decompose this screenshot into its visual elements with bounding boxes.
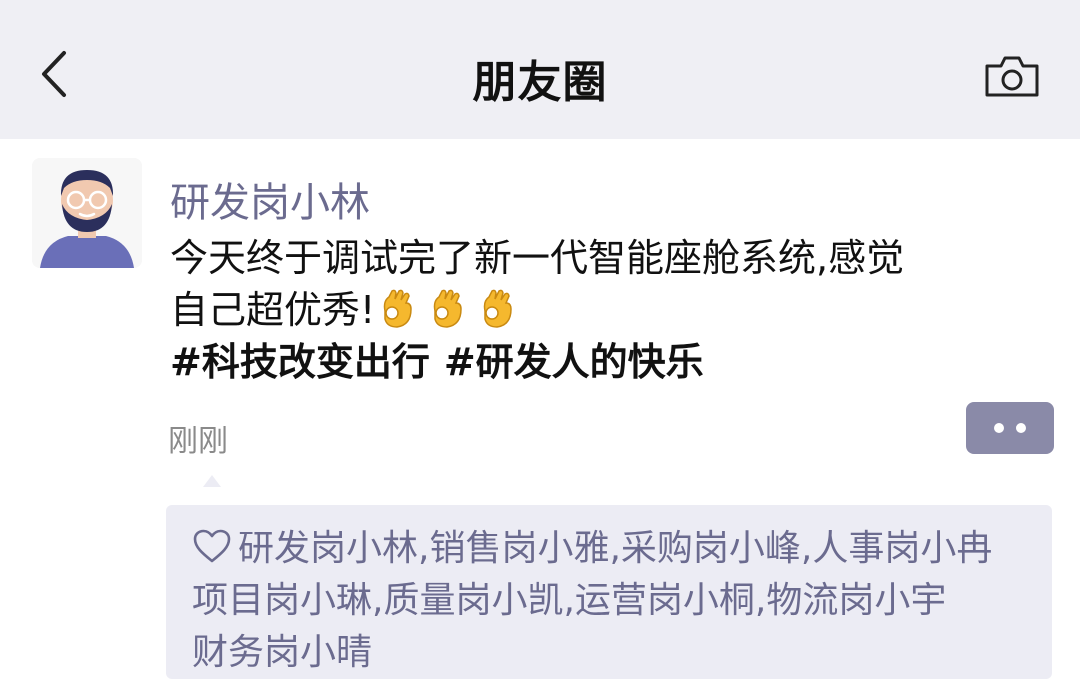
- avatar[interactable]: [32, 158, 142, 268]
- likes-names-3[interactable]: 财务岗小晴: [192, 627, 1032, 679]
- hashtag-1[interactable]: #科技改变出行: [170, 340, 430, 384]
- post-content: 今天终于调试完了新一代智能座舱系统,感觉 自己超优秀! #科技改变出行 #研发人的…: [170, 232, 1040, 388]
- likes-names-2[interactable]: 项目岗小琳,质量岗小凯,运营岗小桐,物流岗小宇: [192, 575, 1032, 627]
- post-text-line-1: 今天终于调试完了新一代智能座舱系统,感觉: [170, 236, 905, 280]
- more-dots-icon: [994, 423, 1004, 433]
- ok-hand-emoji: [433, 289, 462, 328]
- avatar-illustration: [32, 158, 142, 268]
- camera-icon: [985, 56, 1039, 97]
- more-dots-icon: [1016, 423, 1026, 433]
- page-title: 朋友圈: [472, 57, 608, 108]
- likes-line-1: 研发岗小林,销售岗小雅,采购岗小峰,人事岗小冉: [192, 523, 1032, 575]
- likes-names-1[interactable]: 研发岗小林,销售岗小雅,采购岗小峰,人事岗小冉: [238, 528, 992, 569]
- ok-hand-emoji: [383, 289, 412, 328]
- heart-outline-icon: [193, 529, 231, 563]
- likes-pointer: [203, 475, 221, 487]
- post-text-line-2: 自己超优秀!: [170, 284, 1040, 336]
- post-text: 自己超优秀!: [170, 288, 376, 332]
- likes-panel: 研发岗小林,销售岗小雅,采购岗小峰,人事岗小冉 项目岗小琳,质量岗小凯,运营岗小…: [166, 505, 1052, 679]
- hashtag-row: #科技改变出行 #研发人的快乐: [170, 336, 1040, 388]
- emoji-row: [375, 288, 525, 332]
- top-bar: 朋友圈: [0, 0, 1080, 139]
- camera-button[interactable]: [980, 50, 1044, 102]
- more-button[interactable]: [966, 402, 1054, 454]
- post-username[interactable]: 研发岗小林: [170, 170, 370, 228]
- post-timestamp: 刚刚: [168, 424, 228, 459]
- ok-hand-emoji: [483, 289, 512, 328]
- hashtag-2[interactable]: #研发人的快乐: [444, 340, 704, 384]
